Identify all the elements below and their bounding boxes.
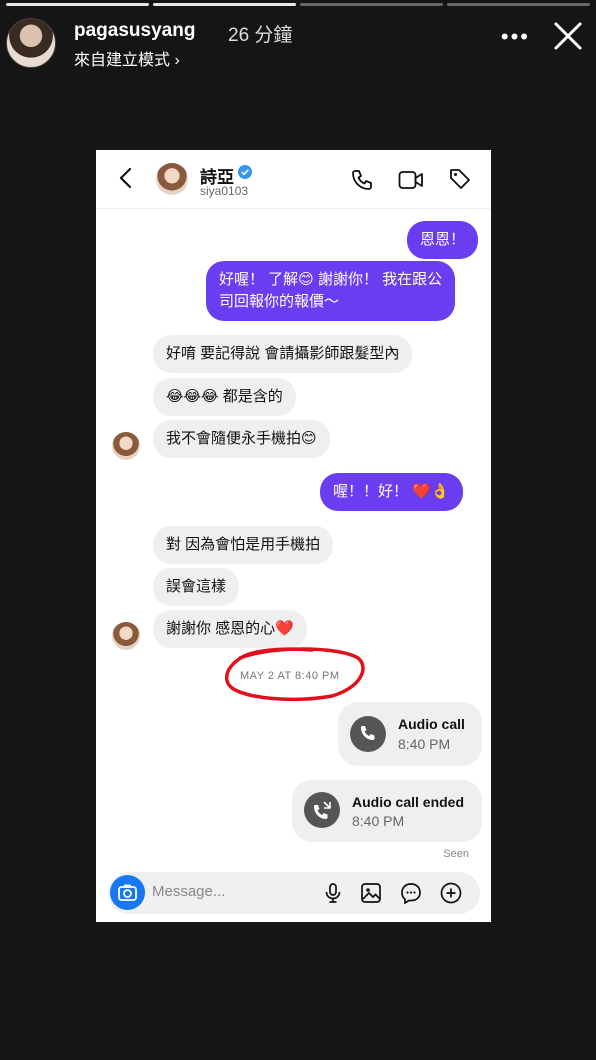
dm-screenshot: 詩亞 siya0103 恩恩！ 好喔！ 了解😊 謝謝你！ 我在跟公 司回報你的報… bbox=[96, 150, 491, 922]
audio-call-ended-card[interactable]: Audio call ended 8:40 PM bbox=[292, 780, 482, 842]
dm-avatar[interactable] bbox=[156, 163, 188, 195]
call-title: Audio call bbox=[398, 716, 465, 732]
story-header: pagasusyang 26 分鐘 來自建立模式 › ••• bbox=[0, 14, 596, 74]
peer-avatar[interactable] bbox=[112, 432, 140, 460]
camera-icon[interactable] bbox=[110, 875, 145, 910]
story-username[interactable]: pagasusyang bbox=[74, 20, 195, 42]
message-bubble-incoming[interactable]: 對 因為會怕是用手機拍 bbox=[153, 526, 334, 564]
message-line: 好喔！ 了解😊 謝謝你！ 我在跟公 bbox=[219, 271, 443, 288]
call-time: 8:40 PM bbox=[398, 736, 451, 752]
peer-avatar[interactable] bbox=[112, 622, 140, 650]
back-icon[interactable] bbox=[118, 167, 132, 189]
microphone-icon[interactable] bbox=[322, 882, 344, 904]
progress-segment-current bbox=[153, 3, 296, 6]
video-icon[interactable] bbox=[398, 169, 424, 191]
verified-badge-icon bbox=[238, 165, 252, 179]
message-bubble-incoming[interactable]: 謝謝你 感恩的心❤️ bbox=[153, 610, 307, 648]
sticker-icon[interactable] bbox=[400, 882, 422, 904]
story-time-ago: 26 分鐘 bbox=[228, 25, 293, 46]
red-circle-annotation bbox=[224, 647, 365, 702]
message-bubble-outgoing[interactable]: 好喔！ 了解😊 謝謝你！ 我在跟公 司回報你的報價～ bbox=[206, 261, 456, 321]
message-input[interactable]: Message... bbox=[152, 883, 225, 900]
tag-icon[interactable] bbox=[448, 167, 472, 191]
progress-segment bbox=[447, 3, 590, 6]
message-line: 司回報你的報價～ bbox=[219, 293, 340, 310]
call-title: Audio call ended bbox=[352, 794, 465, 810]
message-bubble-incoming[interactable]: 好唷 要記得說 會請攝影師跟髮型內 bbox=[153, 335, 413, 373]
message-bubble-incoming[interactable]: 我不會隨便永手機拍😊 bbox=[153, 420, 330, 458]
phone-call-icon bbox=[350, 716, 386, 752]
message-bubble-incoming[interactable]: 誤會這樣 bbox=[153, 568, 240, 606]
seen-indicator: Seen bbox=[443, 848, 469, 860]
missed-call-icon bbox=[304, 792, 340, 828]
story-avatar[interactable] bbox=[6, 18, 56, 68]
dm-header: 詩亞 siya0103 bbox=[96, 150, 491, 209]
story-create-mode-link[interactable]: 來自建立模式 › bbox=[74, 46, 180, 70]
story-progress-bar bbox=[6, 3, 590, 6]
progress-segment bbox=[6, 3, 149, 6]
plus-icon[interactable] bbox=[440, 882, 462, 904]
close-icon[interactable] bbox=[550, 18, 586, 54]
call-time: 8:40 PM bbox=[352, 813, 405, 829]
message-composer: Message... bbox=[108, 872, 480, 914]
message-bubble-outgoing[interactable]: 喔！！好！ ❤️👌 bbox=[320, 473, 463, 511]
dm-contact-handle: siya0103 bbox=[200, 184, 249, 198]
audio-call-card[interactable]: Audio call 8:40 PM bbox=[338, 702, 482, 766]
image-icon[interactable] bbox=[360, 882, 382, 904]
message-bubble-incoming[interactable]: 😂😂😂 都是含的 bbox=[153, 378, 296, 416]
more-horizontal-icon[interactable]: ••• bbox=[501, 24, 530, 50]
phone-icon[interactable] bbox=[350, 168, 374, 192]
progress-segment bbox=[300, 3, 443, 6]
message-bubble-outgoing[interactable]: 恩恩！ bbox=[407, 221, 479, 259]
